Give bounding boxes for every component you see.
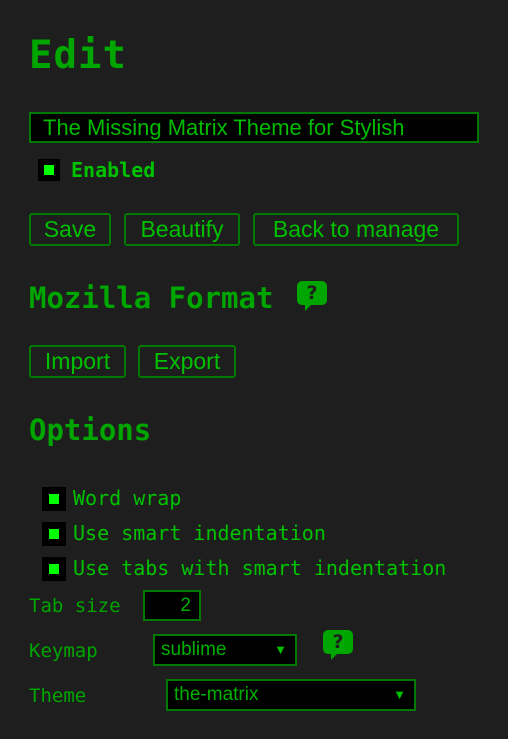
back-to-manage-button[interactable]: Back to manage bbox=[253, 213, 459, 246]
page-title: Edit bbox=[29, 33, 127, 78]
keymap-select[interactable]: sublime ▼ bbox=[153, 634, 297, 666]
tabs-smart-indent-checkbox[interactable] bbox=[42, 557, 66, 581]
checkbox-mark bbox=[49, 564, 59, 574]
enabled-label: Enabled bbox=[71, 158, 156, 182]
checkbox-mark bbox=[49, 529, 59, 539]
smart-indent-label: Use smart indentation bbox=[73, 521, 326, 545]
checkbox-mark bbox=[49, 494, 59, 504]
save-button[interactable]: Save bbox=[29, 213, 111, 246]
tabs-smart-indent-label: Use tabs with smart indentation bbox=[73, 556, 447, 580]
beautify-button[interactable]: Beautify bbox=[124, 213, 240, 246]
theme-select[interactable]: the-matrix ▼ bbox=[166, 679, 416, 711]
smart-indent-checkbox[interactable] bbox=[42, 522, 66, 546]
style-name-input[interactable]: The Missing Matrix Theme for Stylish bbox=[29, 112, 479, 143]
tab-size-label: Tab size bbox=[29, 595, 121, 617]
keymap-help-icon[interactable]: ? bbox=[323, 630, 353, 660]
keymap-label: Keymap bbox=[29, 640, 98, 662]
checkbox-mark bbox=[44, 165, 54, 175]
export-button[interactable]: Export bbox=[138, 345, 236, 378]
keymap-selected-value: sublime bbox=[161, 639, 227, 660]
theme-selected-value: the-matrix bbox=[174, 684, 259, 705]
mozilla-help-icon[interactable]: ? bbox=[297, 281, 327, 311]
mozilla-format-heading: Mozilla Format bbox=[29, 281, 274, 315]
tab-size-input[interactable]: 2 bbox=[143, 590, 201, 621]
options-heading: Options bbox=[29, 413, 152, 447]
word-wrap-checkbox[interactable] bbox=[42, 487, 66, 511]
dropdown-arrow-icon: ▼ bbox=[393, 687, 406, 702]
word-wrap-label: Word wrap bbox=[73, 486, 182, 510]
theme-label: Theme bbox=[29, 685, 87, 707]
enabled-checkbox[interactable] bbox=[38, 159, 60, 181]
dropdown-arrow-icon: ▼ bbox=[274, 642, 287, 657]
import-button[interactable]: Import bbox=[29, 345, 126, 378]
